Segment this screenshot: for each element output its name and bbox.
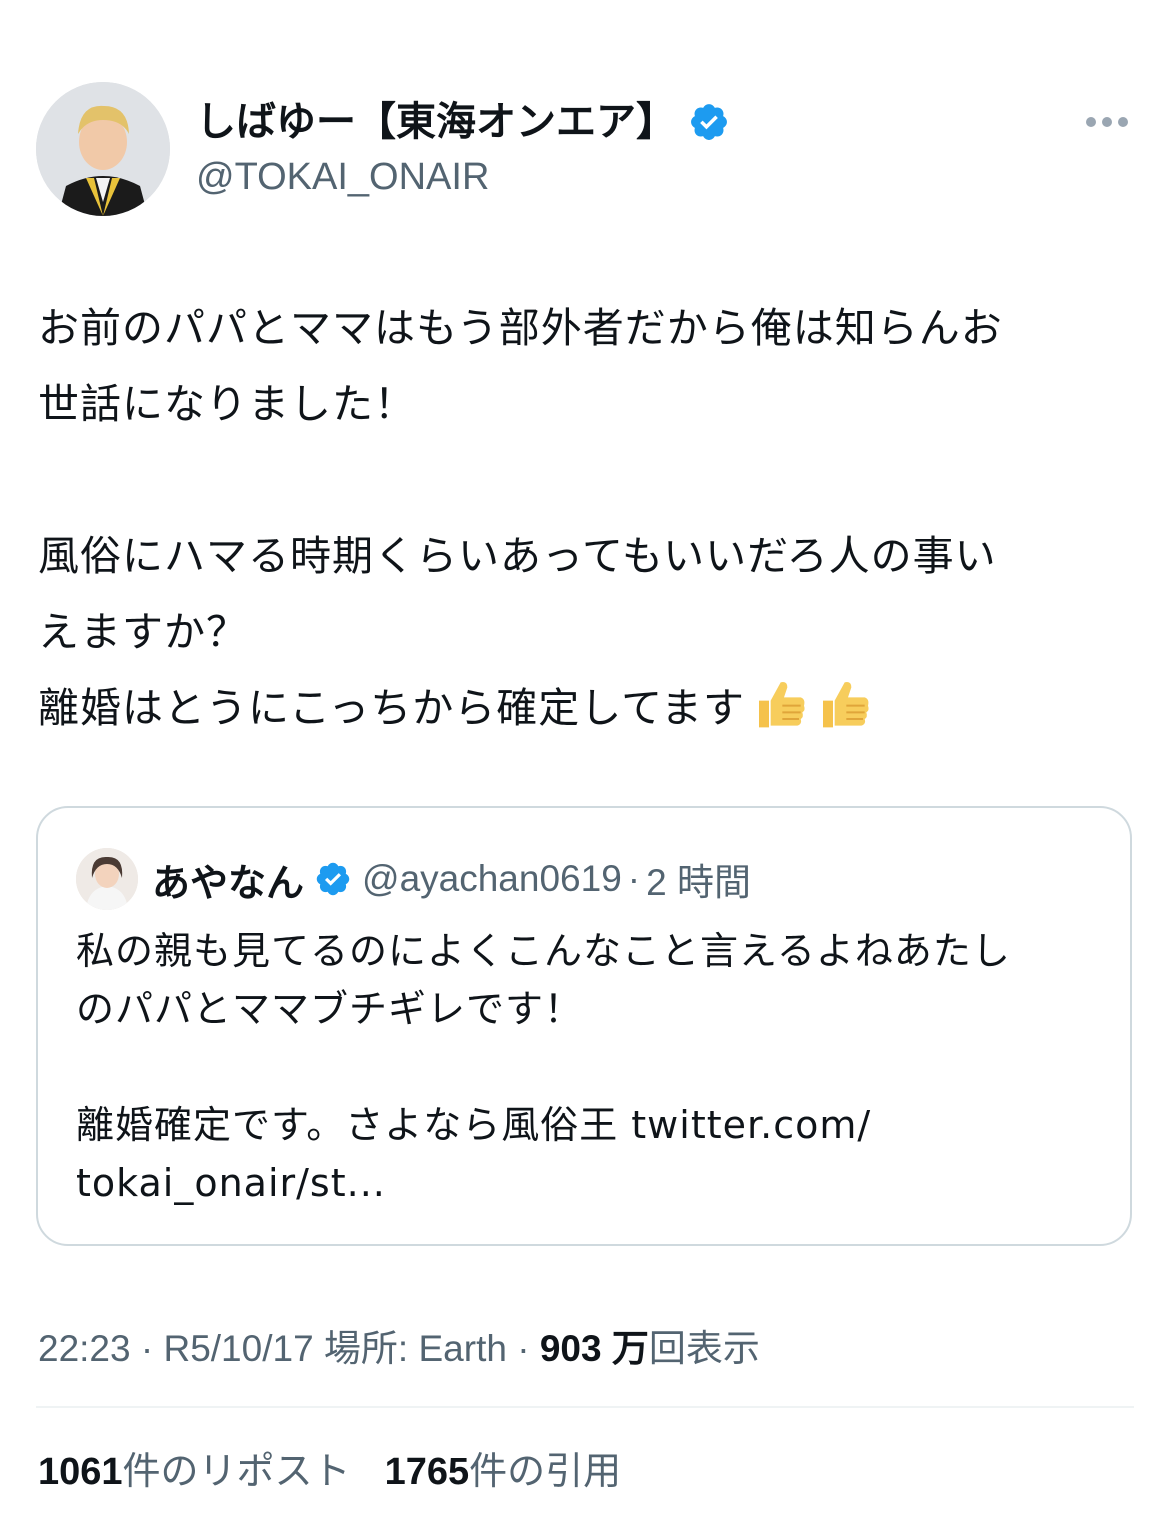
tweet-metadata: 22:23 · R5/10/17 場所: Earth · 903 万回表示 <box>38 1318 760 1372</box>
tweet-body: お前のパパとママはもう部外者だから俺は知らんお 世話になりました！ 風俗にハマる… <box>38 290 1138 746</box>
thumbs-up-icon <box>759 682 805 728</box>
views-label: 回表示 <box>648 1328 760 1369</box>
tweet-header: しばゆー【東海オンエア】 @TOKAI_ONAIR <box>36 82 1136 222</box>
quotes-count: 1765 <box>384 1451 470 1493</box>
reposts-label: 件のリポスト <box>122 1449 351 1493</box>
quoted-author-handle: @ayachan0619 <box>362 858 622 899</box>
tweet-time[interactable]: 22:23 <box>38 1328 131 1369</box>
more-dot <box>1102 117 1112 127</box>
verified-badge-icon <box>316 862 350 896</box>
quoted-tweet-text: 私の親も見てるのによくこんなこと言えるよねあたし のパパとママブチギレです！ 離… <box>76 929 1011 1205</box>
divider <box>36 1406 1134 1408</box>
more-dot <box>1086 117 1096 127</box>
author-names: しばゆー【東海オンエア】 @TOKAI_ONAIR <box>196 96 730 202</box>
author-display-name-row[interactable]: しばゆー【東海オンエア】 <box>196 96 730 148</box>
quotes-stat[interactable]: 1765件の引用 <box>385 1440 622 1495</box>
reposts-stat[interactable]: 1061件のリポスト <box>38 1440 351 1495</box>
tweet-date[interactable]: R5/10/17 <box>163 1328 313 1369</box>
more-options-icon[interactable] <box>1086 110 1130 134</box>
separator-dot: · <box>130 1328 164 1369</box>
quoted-tweet-card[interactable]: あやなん @ayachan0619 · 2 時間 私の親も見てるのによくこんなこ… <box>36 806 1132 1246</box>
separator-dot: · <box>506 1328 540 1369</box>
views-count: 903 万 <box>539 1328 649 1369</box>
verified-badge-icon <box>691 104 727 140</box>
quoted-tweet-time: 2 時間 <box>646 862 751 903</box>
more-dot <box>1118 117 1128 127</box>
quotes-label: 件の引用 <box>469 1449 622 1493</box>
quoted-author-avatar[interactable] <box>76 848 138 910</box>
quoted-author-display-name: あやなん <box>152 860 305 905</box>
tweet-text: お前のパパとママはもう部外者だから俺は知らんお 世話になりました！ 風俗にハマる… <box>38 304 1003 732</box>
author-avatar[interactable] <box>36 82 170 216</box>
thumbs-up-icon <box>823 682 869 728</box>
separator-dot: · <box>627 858 641 899</box>
tweet-location: 場所: Earth <box>313 1328 507 1369</box>
author-display-name: しばゆー【東海オンエア】 <box>196 99 676 145</box>
author-handle[interactable]: @TOKAI_ONAIR <box>196 152 730 202</box>
reposts-count: 1061 <box>38 1451 123 1493</box>
engagement-stats: 1061件のリポスト 1765件の引用 <box>38 1440 621 1495</box>
quoted-tweet-header: あやなん @ayachan0619 · 2 時間 <box>76 848 751 910</box>
